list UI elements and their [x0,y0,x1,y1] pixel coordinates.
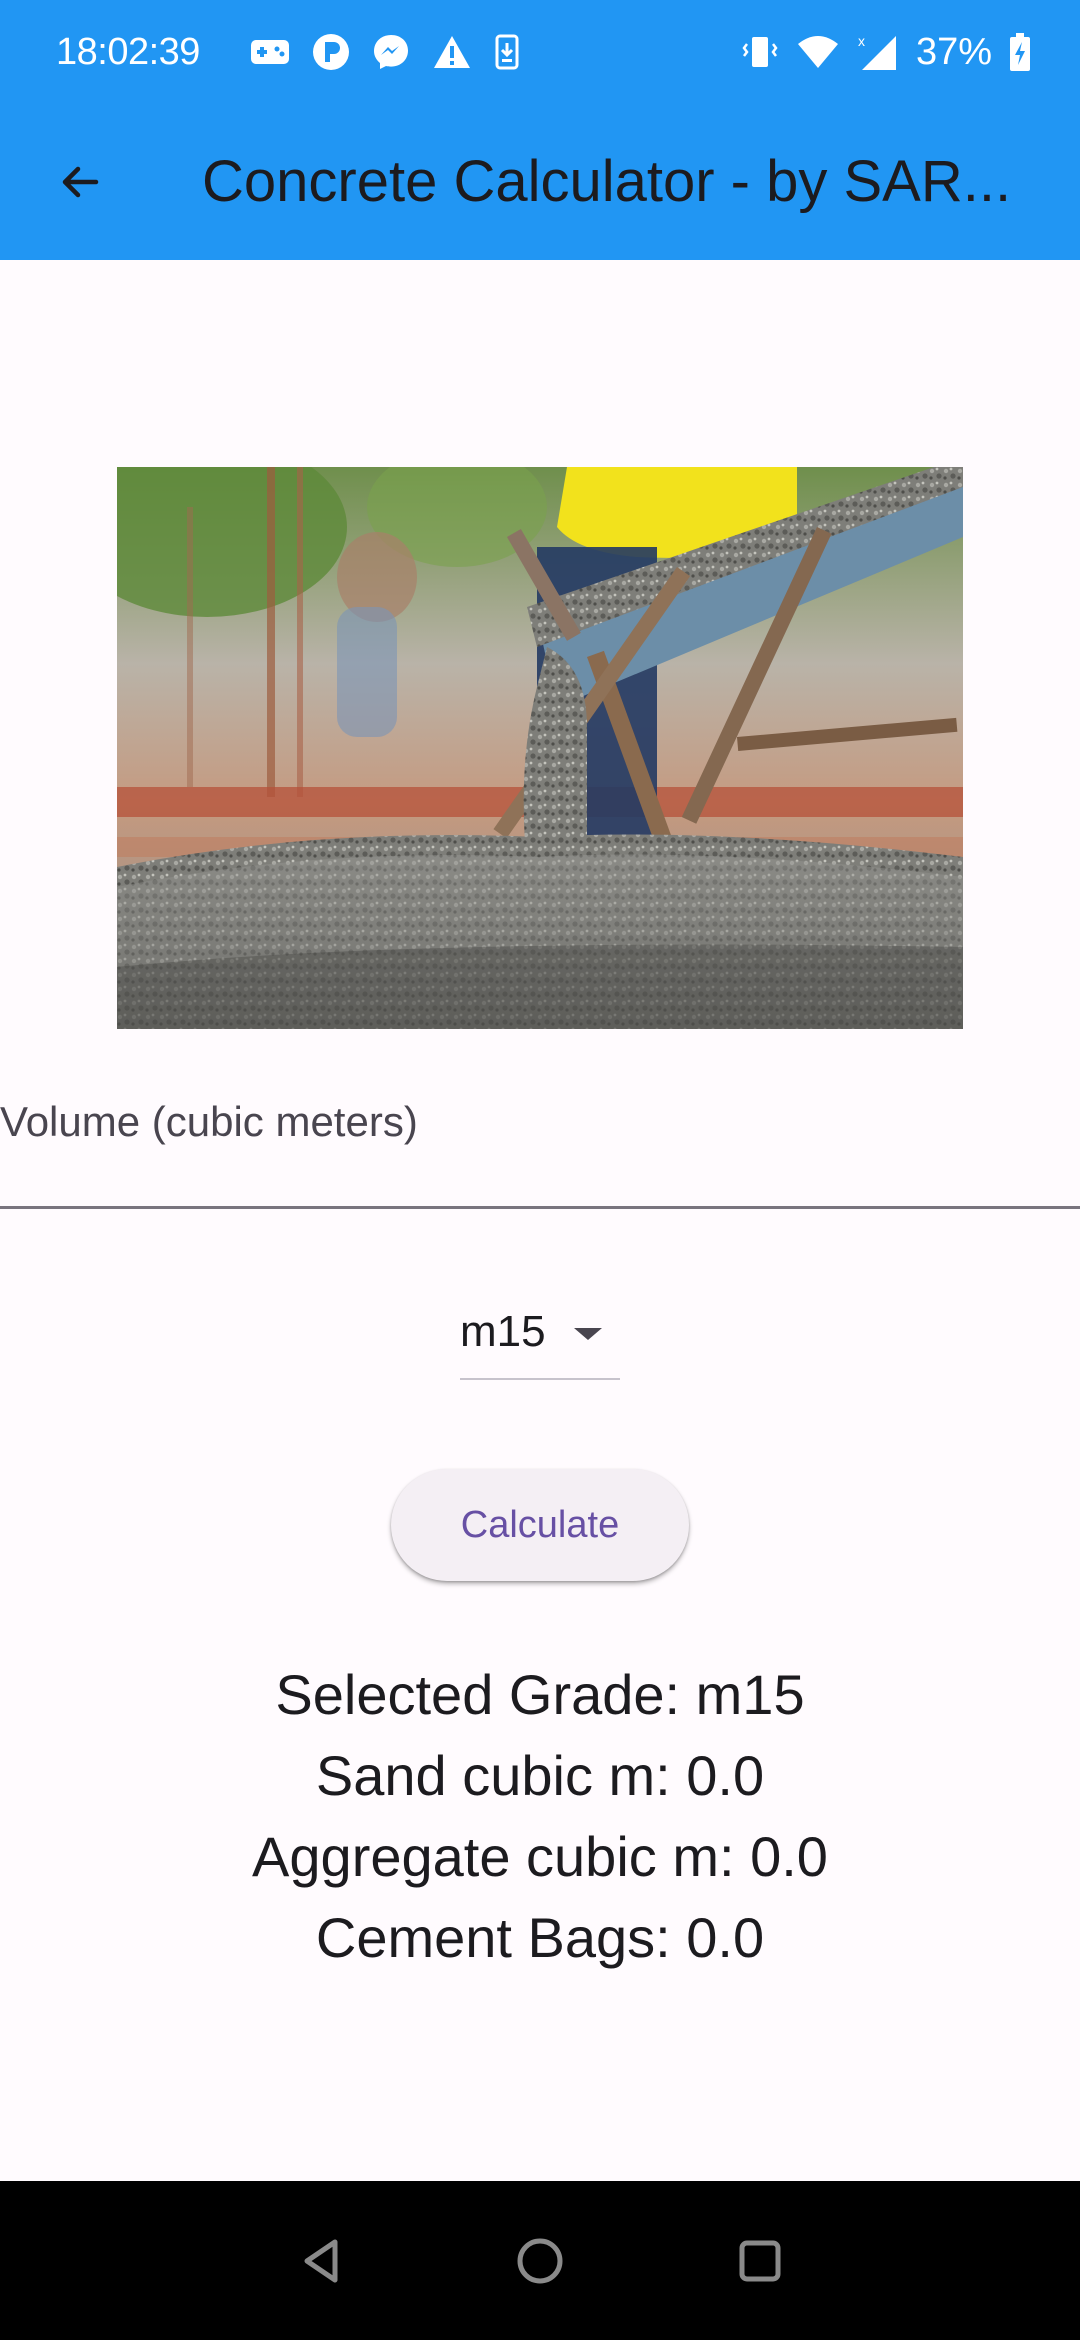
back-button[interactable] [40,142,120,222]
wifi-icon [796,34,840,70]
notification-icons [250,28,520,76]
signal-icon: x [856,32,900,72]
sand-result-text: Sand cubic m: 0.0 [315,1744,765,1807]
screen: 18:02:39 x 37% Concrete Calculator - by … [0,0,1080,2340]
p-app-icon [312,33,350,71]
nav-recents-button[interactable] [720,2221,800,2301]
nav-home-button[interactable] [500,2221,580,2301]
warning-icon [432,34,472,70]
calculate-button[interactable]: Calculate [391,1469,689,1581]
vibrate-icon [740,34,780,70]
messenger-icon [372,33,410,71]
grade-underline [460,1378,620,1380]
volume-underline [0,1206,1080,1209]
status-time: 18:02:39 [56,31,200,73]
svg-text:x: x [858,33,865,49]
concrete-pouring-image [117,467,963,1029]
system-icons: x 37% [740,28,1032,76]
selected-grade-text: Selected Grade: m15 [275,1663,805,1726]
home-circle-icon [515,2236,565,2286]
back-triangle-icon [297,2236,347,2286]
app-bar: Concrete Calculator - by SAR... [0,104,1080,260]
arrow-back-icon [56,158,104,206]
volume-field[interactable]: Volume (cubic meters) [0,1080,1080,1210]
battery-percent: 37% [915,31,992,73]
volume-placeholder: Volume (cubic meters) [0,1098,418,1145]
status-bar: 18:02:39 x 37% [0,0,1080,104]
gamepad-icon [250,37,290,67]
battery-charging-icon [1008,32,1032,72]
recents-square-icon [735,2236,785,2286]
cement-result-text: Cement Bags: 0.0 [315,1906,765,1969]
dropdown-arrow-icon [572,1326,604,1347]
nav-back-button[interactable] [282,2221,362,2301]
navigation-bar [0,2181,1080,2340]
download-icon [494,34,520,70]
page-title: Concrete Calculator - by SAR... [202,149,1012,214]
aggregate-result-text: Aggregate cubic m: 0.0 [252,1825,828,1888]
grade-dropdown[interactable]: m15 [460,1296,620,1380]
results: Selected Grade: m15 Sand cubic m: 0.0 Ag… [0,1654,1080,1978]
grade-selected-value: m15 [460,1307,546,1356]
